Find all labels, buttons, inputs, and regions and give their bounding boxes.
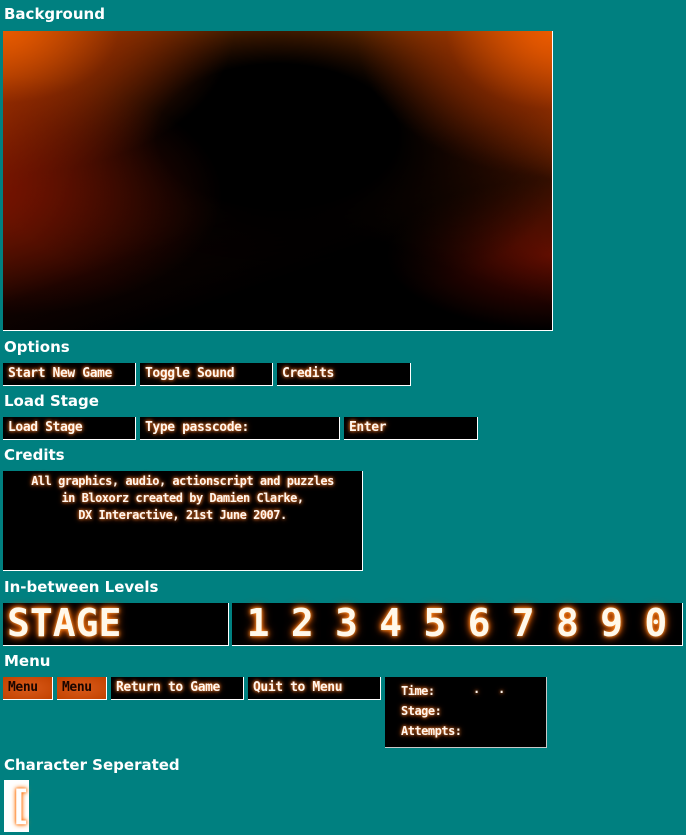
stage-digits-panel: 1 2 3 4 5 6 7 8 9 0 (232, 603, 683, 646)
section-heading-load-stage: Load Stage (4, 392, 99, 410)
digit: 2 (290, 601, 314, 645)
hud-panel: Time: . . Stage: Attempts: (385, 677, 547, 748)
credits-text-box: All graphics, audio, actionscript and pu… (3, 471, 363, 571)
digit: 8 (555, 601, 579, 645)
digit: 9 (600, 601, 624, 645)
character-cell: [ (4, 780, 33, 832)
digit: 1 (246, 601, 270, 645)
digit: 7 (511, 601, 535, 645)
enter-button[interactable]: Enter (344, 417, 478, 440)
hud-stage-label: Stage: (401, 704, 442, 718)
section-heading-options: Options (4, 338, 70, 356)
credits-line: All graphics, audio, actionscript and pu… (31, 474, 334, 488)
digit: 3 (335, 601, 358, 645)
digit: 4 (379, 601, 403, 645)
section-heading-credits: Credits (4, 446, 65, 464)
hud-time-separator: . (498, 682, 506, 696)
credits-button[interactable]: Credits (277, 363, 411, 386)
digit: 5 (423, 601, 447, 645)
hud-attempts-label: Attempts: (401, 724, 462, 738)
digit: 6 (467, 601, 491, 645)
credits-line: in Bloxorz created by Damien Clarke, (61, 491, 304, 505)
hud-time-separator: . (473, 682, 481, 696)
section-heading-in-between-levels: In-between Levels (4, 578, 159, 596)
credits-line: DX Interactive, 21st June 2007. (78, 508, 287, 522)
hud-time-label: Time: (401, 684, 435, 698)
return-to-game-button[interactable]: Return to Game (111, 677, 244, 700)
toggle-sound-button[interactable]: Toggle Sound (140, 363, 273, 386)
passcode-input[interactable]: Type passcode: (140, 417, 340, 440)
digit: 0 (644, 601, 668, 645)
stage-word-panel: STAGE (3, 603, 229, 646)
section-heading-background: Background (4, 5, 105, 23)
load-stage-button[interactable]: Load Stage (3, 417, 136, 440)
quit-to-menu-button[interactable]: Quit to Menu (248, 677, 381, 700)
start-new-game-button[interactable]: Start New Game (3, 363, 136, 386)
menu-button-hover[interactable]: Menu (57, 677, 107, 700)
menu-button-normal[interactable]: Menu (3, 677, 53, 700)
section-heading-character-separated: Character Seperated (4, 756, 180, 774)
bracket-glyph: [ (8, 783, 33, 829)
section-heading-menu: Menu (4, 652, 51, 670)
background-image (3, 31, 553, 331)
